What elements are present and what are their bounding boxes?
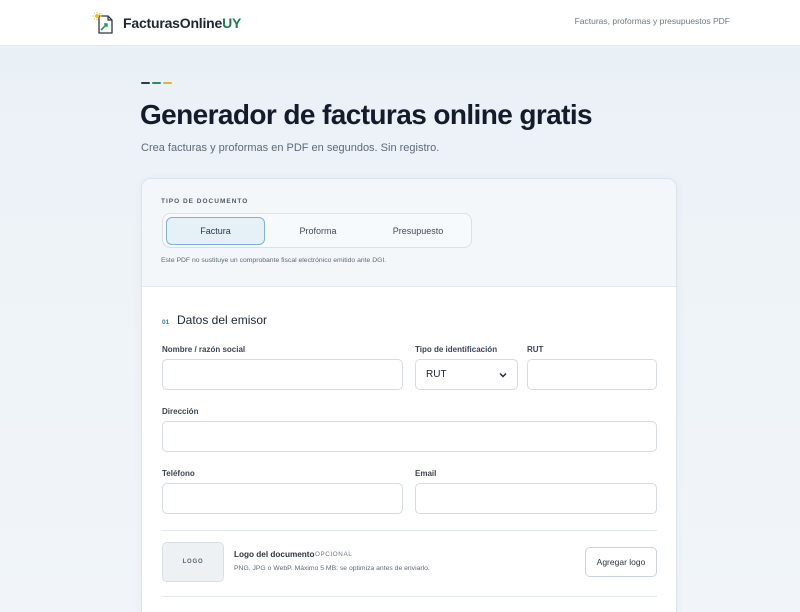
tab-factura[interactable]: Factura <box>166 217 265 245</box>
brand-main: FacturasOnline <box>123 15 223 31</box>
invoice-logo-icon[interactable] <box>92 11 114 35</box>
rut-label: RUT <box>527 345 544 354</box>
email-label: Email <box>415 469 437 478</box>
dash-dark <box>141 82 150 84</box>
page-subtitle: Crea facturas y proformas en PDF en segu… <box>141 142 440 154</box>
add-logo-button[interactable]: Agregar logo <box>585 547 657 577</box>
address-input[interactable] <box>162 421 657 452</box>
name-input[interactable] <box>162 359 403 390</box>
title-accent-dashes <box>141 82 172 85</box>
step-number: 01 <box>162 319 170 326</box>
fiscal-disclaimer: Este PDF no sustituye un comprobante fis… <box>161 257 387 264</box>
tab-presupuesto[interactable]: Presupuesto <box>368 217 468 245</box>
email-input[interactable] <box>415 483 657 514</box>
divider <box>162 530 657 531</box>
id-type-select[interactable]: RUT <box>415 359 518 390</box>
phone-input[interactable] <box>162 483 403 514</box>
invoice-form-card: TIPO DE DOCUMENTO Factura Proforma Presu… <box>141 178 677 612</box>
tab-proforma[interactable]: Proforma <box>268 217 368 245</box>
page-title: Generador de facturas online gratis <box>140 99 593 130</box>
id-type-label: Tipo de identificación <box>415 345 498 354</box>
rut-input[interactable] <box>527 359 657 390</box>
doc-type-selector: Factura Proforma Presupuesto <box>162 213 472 248</box>
top-bar: FacturasOnlineUY Facturas, proformas y p… <box>0 0 800 46</box>
logo-section-title: Logo del documento <box>234 550 315 559</box>
dash-yellow <box>163 82 172 84</box>
address-label: Dirección <box>162 407 199 416</box>
divider <box>162 596 657 597</box>
brand-suffix: UY <box>222 15 242 31</box>
doc-type-panel: TIPO DE DOCUMENTO Factura Proforma Presu… <box>142 179 676 287</box>
chevron-down-icon <box>499 372 507 377</box>
name-label: Nombre / razón social <box>162 345 246 354</box>
phone-label: Teléfono <box>162 469 195 478</box>
logo-placeholder[interactable]: LOGO <box>162 542 224 582</box>
brand-name[interactable]: FacturasOnlineUY <box>123 15 241 31</box>
logo-help-text: PNG, JPG o WebP. Máximo 5 MB; se optimiz… <box>234 565 430 572</box>
section-title-emisor: Datos del emisor <box>177 313 268 327</box>
doc-type-label: TIPO DE DOCUMENTO <box>161 198 249 205</box>
id-type-value: RUT <box>426 369 447 380</box>
header-tagline: Facturas, proformas y presupuestos PDF <box>574 16 730 26</box>
optional-badge: OPCIONAL <box>315 551 353 558</box>
dash-green <box>152 82 161 84</box>
